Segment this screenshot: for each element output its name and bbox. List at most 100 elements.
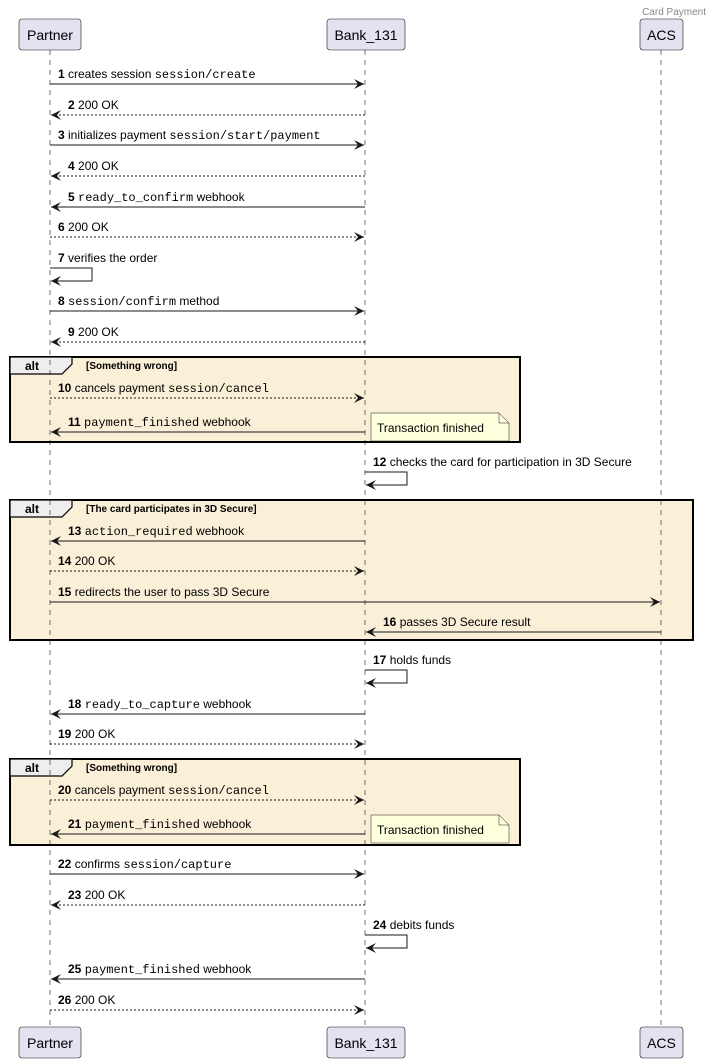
note: Transaction finished [370,814,510,844]
fragment-kind: alt [25,761,39,775]
message-number: 20 [58,783,75,797]
message-label: 25 payment_finished webhook [68,962,252,977]
message-9: 9 200 OK [51,325,365,347]
message-label: 4 200 OK [68,159,119,173]
message-label: 15 redirects the user to pass 3D Secure [58,585,270,599]
message-number: 25 [68,962,85,976]
participant-partner-bottom[interactable]: Partner [18,1026,82,1059]
fragment-kind: alt [25,502,39,516]
message-number: 9 [68,325,78,339]
message-label: 1 creates session session/create [58,67,256,82]
message-label: 5 ready_to_confirm webhook [68,190,246,205]
message-label: 6 200 OK [58,220,109,234]
self-arrow [365,471,408,490]
participant-partner-top[interactable]: Partner [18,18,82,51]
message-6: 6 200 OK [50,220,364,242]
message-5: 5 ready_to_confirm webhook [51,190,365,212]
fragment-condition: [Something wrong] [86,763,177,774]
message-17: 17 holds funds [365,653,451,688]
message-label: 3 initializes payment session/start/paym… [58,128,321,143]
message-label: 22 confirms session/capture [58,857,231,872]
message-label: 23 200 OK [68,888,125,902]
message-number: 2 [68,98,78,112]
fragment-condition: [The card participates in 3D Secure] [86,504,257,515]
message-number: 7 [58,251,68,265]
message-label: 14 200 OK [58,554,115,568]
message-23: 23 200 OK [51,888,365,910]
fragment-tab [9,356,73,375]
message-number: 5 [68,190,78,204]
self-arrow [365,669,408,688]
message-label: 20 cancels payment session/cancel [58,783,269,798]
message-26: 26 200 OK [50,993,364,1015]
participant-label: Partner [27,27,73,43]
participant-label: ACS [647,1035,676,1051]
message-number: 16 [383,615,400,629]
message-label: 13 action_required webhook [68,524,245,539]
message-number: 1 [58,67,68,81]
message-label: 26 200 OK [58,993,115,1007]
message-label: 17 holds funds [373,653,451,667]
message-number: 11 [68,415,84,429]
participant-bank-bottom[interactable]: Bank_131 [326,1026,406,1059]
message-label: 9 200 OK [68,325,119,339]
message-number: 21 [68,817,85,831]
message-label: 7 verifies the order [58,251,157,265]
message-number: 26 [58,993,75,1007]
message-number: 15 [58,585,75,599]
message-number: 18 [68,697,85,711]
participant-bank-top[interactable]: Bank_131 [326,18,406,51]
participant-label: Partner [27,1035,73,1051]
message-4: 4 200 OK [51,159,365,181]
message-number: 13 [68,524,85,538]
message-label: 21 payment_finished webhook [68,817,252,832]
message-18: 18 ready_to_capture webhook [51,697,365,719]
message-25: 25 payment_finished webhook [51,962,365,984]
participant-label: Bank_131 [334,1035,397,1051]
message-7: 7 verifies the order [50,251,157,286]
fragment-tab [9,499,73,518]
message-number: 8 [58,294,68,308]
message-label: 2 200 OK [68,98,119,112]
message-number: 14 [58,554,75,568]
note: Transaction finished [370,412,510,442]
self-arrow [50,267,93,286]
participant-acs-bottom[interactable]: ACS [639,1026,684,1059]
message-number: 10 [58,381,75,395]
message-label: 11 payment_finished webhook [68,415,252,430]
message-label: 10 cancels payment session/cancel [58,381,269,396]
message-label: 16 passes 3D Secure result [383,615,531,629]
participant-acs-top[interactable]: ACS [639,18,684,51]
message-2: 2 200 OK [51,98,365,120]
message-label: 19 200 OK [58,727,115,741]
message-1: 1 creates session session/create [50,67,364,89]
message-number: 17 [373,653,390,667]
note-text: Transaction finished [377,823,484,837]
message-label: 12 checks the card for participation in … [373,455,632,469]
message-19: 19 200 OK [50,727,364,749]
message-label: 24 debits funds [373,918,454,932]
sequence-diagram: alt [Something wrong] alt [The card partici… [9,7,706,1059]
fragment-frame [9,499,694,641]
alt-fragment: alt [The card participates in 3D Secure] [9,499,694,641]
fragment-condition: [Something wrong] [86,361,177,372]
fragment-tab [9,758,73,777]
message-label: 18 ready_to_capture webhook [68,697,252,712]
message-8: 8 session/confirm method [50,294,364,316]
message-22: 22 confirms session/capture [50,857,364,879]
message-24: 24 debits funds [365,918,454,953]
message-number: 3 [58,128,68,142]
diagram-title: Card Payment [642,7,706,18]
self-arrow [365,934,408,953]
message-number: 12 [373,455,390,469]
message-number: 19 [58,727,75,741]
message-12: 12 checks the card for participation in … [365,455,632,490]
message-number: 4 [68,159,78,173]
participant-label: Bank_131 [334,27,397,43]
participant-label: ACS [647,27,676,43]
message-number: 22 [58,857,75,871]
message-3: 3 initializes payment session/start/paym… [50,128,364,150]
message-label: 8 session/confirm method [58,294,219,309]
message-number: 24 [373,918,390,932]
fragment-kind: alt [25,359,39,373]
